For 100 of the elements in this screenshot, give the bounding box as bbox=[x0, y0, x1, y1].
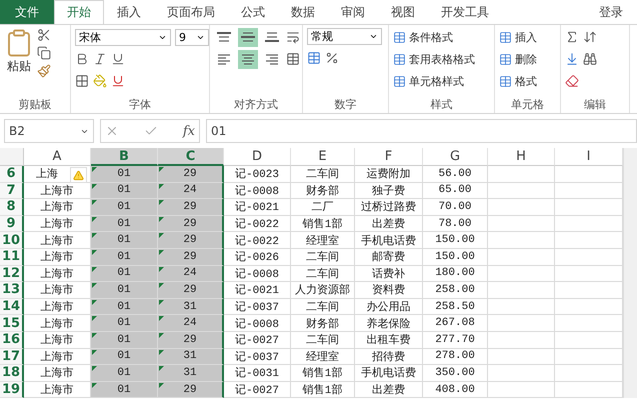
eraser-icon[interactable] bbox=[565, 74, 579, 88]
name-box[interactable]: B2 bbox=[4, 119, 94, 143]
group-label: 对齐方式 bbox=[233, 96, 279, 112]
table-icon[interactable] bbox=[393, 30, 406, 44]
cells-button[interactable]: 删除 bbox=[499, 50, 537, 68]
percent-icon[interactable] bbox=[325, 51, 339, 65]
row-header[interactable]: 10 bbox=[0, 232, 24, 249]
style-button[interactable]: 单元格样式 bbox=[393, 72, 475, 90]
table-icon[interactable] bbox=[499, 74, 512, 88]
binoculars-icon[interactable] bbox=[583, 52, 597, 66]
column-header[interactable]: A bbox=[24, 148, 91, 166]
column-header[interactable]: G bbox=[423, 148, 488, 166]
table-cell: 31 bbox=[158, 298, 224, 316]
row-header[interactable]: 8 bbox=[0, 199, 24, 216]
table-cell: 56.00 bbox=[423, 166, 488, 183]
column-header[interactable]: E bbox=[291, 148, 355, 166]
sum-icon[interactable] bbox=[565, 30, 579, 44]
row-header[interactable]: 15 bbox=[0, 315, 24, 332]
table-icon[interactable] bbox=[499, 52, 512, 66]
table-cell: 01 bbox=[91, 166, 158, 183]
ribbon-tab[interactable]: 开发工具 bbox=[428, 0, 502, 24]
cells-button[interactable]: 插入 bbox=[499, 28, 537, 46]
paintbrush-icon[interactable] bbox=[37, 64, 51, 78]
table-cell: 01 bbox=[91, 282, 158, 299]
table-cell: 01 bbox=[91, 199, 158, 216]
borders-icon[interactable] bbox=[75, 74, 89, 88]
table-cell: 上海市 bbox=[24, 382, 91, 398]
table-cell: 记-0037 bbox=[224, 298, 291, 316]
row-header[interactable]: 11 bbox=[0, 248, 24, 266]
column-header[interactable]: H bbox=[488, 148, 555, 166]
sort-icon[interactable] bbox=[583, 30, 597, 44]
formula-input[interactable]: 01 bbox=[206, 119, 637, 143]
copy-icon[interactable] bbox=[37, 46, 51, 60]
insert-function-button[interactable]: fx bbox=[182, 124, 195, 138]
group-label: 字体 bbox=[128, 96, 152, 112]
table-cell: 277.70 bbox=[423, 332, 488, 349]
row-header[interactable]: 18 bbox=[0, 365, 24, 382]
italic-icon[interactable] bbox=[93, 52, 107, 66]
ribbon-tab[interactable]: 视图 bbox=[378, 0, 428, 24]
ribbon-tab[interactable]: 公式 bbox=[228, 0, 278, 24]
align-right-icon bbox=[265, 52, 279, 66]
align-center-icon bbox=[241, 52, 255, 66]
underline-icon[interactable] bbox=[111, 52, 125, 66]
table-cell: 二车间 bbox=[291, 166, 355, 183]
number-format-field[interactable]: 常规 bbox=[307, 28, 382, 45]
table-cell: 二车间 bbox=[291, 332, 355, 349]
table-cell: 01 bbox=[91, 248, 158, 266]
row-header[interactable]: 13 bbox=[0, 282, 24, 299]
table-cell: 上海市 bbox=[24, 282, 91, 299]
column-header[interactable]: D bbox=[224, 148, 291, 166]
login-link[interactable]: 登录 bbox=[599, 4, 623, 20]
align-button[interactable] bbox=[238, 28, 258, 46]
fill-down-icon[interactable] bbox=[565, 52, 579, 66]
ribbon-tab[interactable]: 文件 bbox=[0, 0, 54, 24]
ribbon-tab[interactable]: 审阅 bbox=[328, 0, 378, 24]
table-cell: 上海市 bbox=[24, 365, 91, 382]
table-cell: 养老保险 bbox=[355, 315, 423, 332]
bold-icon[interactable] bbox=[75, 52, 89, 66]
row-header[interactable]: 7 bbox=[0, 182, 24, 200]
table-cell: 记-0037 bbox=[224, 348, 291, 366]
row-header[interactable]: 6 bbox=[0, 166, 24, 183]
paste-button[interactable]: 粘贴 bbox=[4, 28, 34, 95]
table-icon[interactable] bbox=[393, 74, 406, 88]
column-header[interactable]: I bbox=[555, 148, 623, 166]
ribbon-tab[interactable]: 插入 bbox=[104, 0, 154, 24]
font-size-field[interactable]: 9 bbox=[175, 28, 209, 46]
table-cell: 29 bbox=[158, 216, 224, 232]
align-button[interactable] bbox=[238, 50, 258, 68]
table-icon[interactable] bbox=[393, 52, 406, 66]
row-header[interactable]: 9 bbox=[0, 216, 24, 232]
ribbon-tab[interactable]: 页面布局 bbox=[154, 0, 228, 24]
table-icon[interactable] bbox=[499, 30, 512, 44]
column-header[interactable]: F bbox=[355, 148, 423, 166]
cut-icon[interactable] bbox=[37, 28, 51, 42]
table-cell: 二车间 bbox=[291, 266, 355, 282]
row-header[interactable]: 12 bbox=[0, 266, 24, 282]
fill-color-icon[interactable] bbox=[93, 74, 107, 88]
table-cell: 出差费 bbox=[355, 382, 423, 398]
row-header[interactable]: 19 bbox=[0, 382, 24, 398]
row-header[interactable]: 17 bbox=[0, 348, 24, 366]
table-cell: 78.00 bbox=[423, 216, 488, 232]
vertical-scrollbar[interactable] bbox=[623, 148, 637, 398]
ribbon-tab[interactable]: 数据 bbox=[278, 0, 328, 24]
table-cell: 29 bbox=[158, 166, 224, 183]
cells-button[interactable]: 格式 bbox=[499, 72, 537, 90]
align-left-icon bbox=[217, 52, 231, 66]
font-color-icon[interactable] bbox=[111, 74, 125, 88]
font-name-field[interactable]: 宋体 bbox=[75, 28, 171, 46]
table-cell: 29 bbox=[158, 282, 224, 299]
table-cell: 24 bbox=[158, 266, 224, 282]
table-cell: 278.00 bbox=[423, 348, 488, 366]
wrap-text-icon[interactable] bbox=[286, 30, 300, 44]
ribbon-tab[interactable]: 开始 bbox=[54, 0, 104, 24]
table-cell: 二厂 bbox=[291, 199, 355, 216]
column-header[interactable]: B bbox=[91, 148, 158, 166]
row-header[interactable]: 14 bbox=[0, 298, 24, 316]
column-header[interactable]: C bbox=[158, 148, 224, 166]
row-header[interactable]: 16 bbox=[0, 332, 24, 349]
style-button[interactable]: 套用表格格式 bbox=[393, 50, 475, 68]
style-button[interactable]: 条件格式 bbox=[393, 28, 475, 46]
